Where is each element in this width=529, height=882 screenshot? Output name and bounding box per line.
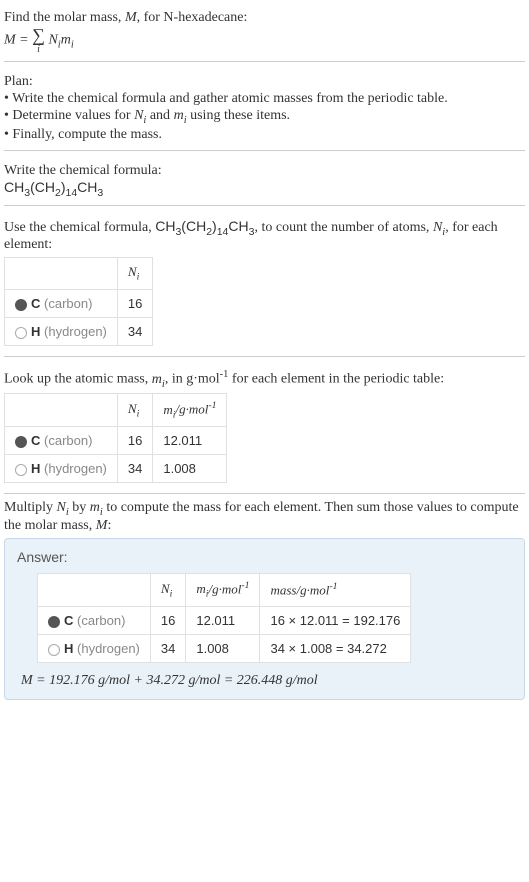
hydrogen-sym-2: H — [31, 461, 40, 476]
lookup-text: Look up the atomic mass, mi, in g·mol-1 … — [4, 369, 525, 389]
plan-item-2: • Determine values for Ni and mi using t… — [4, 108, 525, 126]
intro-var-M: M — [125, 10, 137, 25]
carbon-m: 12.011 — [153, 427, 227, 455]
ans-carbon-name: (carbon) — [77, 613, 125, 628]
intro-text-pre: Find the molar mass, — [4, 10, 125, 25]
intro-section: Find the molar mass, M, for N-hexadecane… — [4, 4, 525, 62]
intro-text-post: , for N-hexadecane: — [137, 10, 248, 25]
lookup-text-pre: Look up the atomic mass, — [4, 372, 152, 387]
table-row: C (carbon) 16 12.011 16 × 12.011 = 192.1… — [38, 607, 411, 635]
count-text-post: , to count the number of atoms, — [254, 220, 432, 235]
carbon-swatch-icon — [48, 616, 60, 628]
table-row: H (hydrogen) 34 1.008 — [5, 455, 227, 483]
table-row: H (hydrogen) 34 1.008 34 × 1.008 = 34.27… — [38, 635, 411, 663]
carbon-sym: C — [31, 296, 40, 311]
multiply-mi: mi — [90, 500, 103, 515]
hydrogen-swatch-icon — [15, 464, 27, 476]
ans-carbon-sym: C — [64, 613, 73, 628]
count-var: Ni — [433, 220, 445, 235]
answer-mi-header: mi/g·mol-1 — [186, 574, 260, 607]
carbon-swatch-icon — [15, 299, 27, 311]
multiply-text-pre: Multiply — [4, 500, 57, 515]
answer-ni-header: Ni — [150, 574, 185, 607]
ans-hydrogen-name: (hydrogen) — [77, 641, 140, 656]
carbon-swatch-icon — [15, 436, 27, 448]
hydrogen-swatch-icon — [15, 327, 27, 339]
lookup-section: Look up the atomic mass, mi, in g·mol-1 … — [4, 363, 525, 494]
count-ni-header: Ni — [117, 258, 152, 290]
answer-label: Answer: — [17, 549, 512, 565]
carbon-name: (carbon) — [44, 296, 92, 311]
table-row: Ni mi/g·mol-1 mass/g·mol-1 — [38, 574, 411, 607]
multiply-text: Multiply Ni by mi to compute the mass fo… — [4, 500, 525, 534]
count-text: Use the chemical formula, CH3(CH2)14CH3,… — [4, 218, 525, 254]
lookup-ni-header: Ni — [117, 394, 152, 427]
lookup-var: mi — [152, 372, 165, 387]
table-row: C (carbon) 16 — [5, 289, 153, 317]
chemical-formula: CH3(CH2)14CH3 — [4, 179, 525, 199]
count-formula: CH3(CH2)14CH3 — [155, 218, 254, 234]
plan-section: Plan: • Write the chemical formula and g… — [4, 68, 525, 151]
write-formula-heading: Write the chemical formula: — [4, 163, 525, 179]
intro-line: Find the molar mass, M, for N-hexadecane… — [4, 10, 525, 26]
hydrogen-n: 34 — [117, 317, 152, 345]
carbon-name-2: (carbon) — [44, 433, 92, 448]
answer-mass-header: mass/g·mol-1 — [260, 574, 411, 607]
lookup-table: Ni mi/g·mol-1 C (carbon) 16 12.011 H (hy… — [4, 393, 227, 483]
carbon-sym-2: C — [31, 433, 40, 448]
multiply-M: M — [96, 518, 108, 533]
multiply-ni: Ni — [57, 500, 69, 515]
answer-mass-header-text: mass/g·mol — [270, 583, 329, 598]
answer-empty-header — [38, 574, 151, 607]
plan-item-3: • Finally, compute the mass. — [4, 127, 525, 143]
count-text-pre: Use the chemical formula, — [4, 220, 155, 235]
plan-item-1: • Write the chemical formula and gather … — [4, 91, 525, 107]
multiply-section: Multiply Ni by mi to compute the mass fo… — [4, 500, 525, 700]
hydrogen-n-2: 34 — [117, 455, 152, 483]
ans-carbon-cell: C (carbon) — [38, 607, 151, 635]
table-row: H (hydrogen) 34 — [5, 317, 153, 345]
count-table: Ni C (carbon) 16 H (hydrogen) 34 — [4, 257, 153, 346]
multiply-text-mid: by — [69, 500, 90, 515]
hydrogen-m: 1.008 — [153, 455, 227, 483]
ans-carbon-m: 12.011 — [186, 607, 260, 635]
lookup-empty-header — [5, 394, 118, 427]
lookup-mi-header: mi/g·mol-1 — [153, 394, 227, 427]
sigma-icon: ∑i — [32, 26, 45, 55]
answer-table: Ni mi/g·mol-1 mass/g·mol-1 C (carbon) 16… — [37, 573, 411, 663]
plan-heading: Plan: — [4, 74, 525, 90]
hydrogen-sym: H — [31, 324, 40, 339]
carbon-cell: C (carbon) — [5, 289, 118, 317]
count-section: Use the chemical formula, CH3(CH2)14CH3,… — [4, 212, 525, 357]
carbon-cell-2: C (carbon) — [5, 427, 118, 455]
ans-hydrogen-sym: H — [64, 641, 73, 656]
lookup-text-mid: , in g·mol — [165, 372, 220, 387]
ans-hydrogen-n: 34 — [150, 635, 185, 663]
carbon-n: 16 — [117, 289, 152, 317]
answer-final-text: M = 192.176 g/mol + 34.272 g/mol = 226.4… — [21, 673, 318, 688]
table-row: Ni — [5, 258, 153, 290]
write-formula-section: Write the chemical formula: CH3(CH2)14CH… — [4, 157, 525, 206]
count-empty-header — [5, 258, 118, 290]
hydrogen-name-2: (hydrogen) — [44, 461, 107, 476]
table-row: Ni mi/g·mol-1 — [5, 394, 227, 427]
intro-equation: M = ∑i Nimi — [4, 26, 525, 55]
table-row: C (carbon) 16 12.011 — [5, 427, 227, 455]
ans-carbon-calc: 16 × 12.011 = 192.176 — [260, 607, 411, 635]
ans-hydrogen-calc: 34 × 1.008 = 34.272 — [260, 635, 411, 663]
multiply-text-end: : — [107, 518, 111, 533]
ans-carbon-n: 16 — [150, 607, 185, 635]
hydrogen-cell-2: H (hydrogen) — [5, 455, 118, 483]
lookup-text-post: for each element in the periodic table: — [228, 372, 444, 387]
hydrogen-cell: H (hydrogen) — [5, 317, 118, 345]
answer-box: Answer: Ni mi/g·mol-1 mass/g·mol-1 C (ca… — [4, 538, 525, 700]
hydrogen-swatch-icon — [48, 644, 60, 656]
plan-item-1-text: • Write the chemical formula and gather … — [4, 91, 448, 106]
hydrogen-name: (hydrogen) — [44, 324, 107, 339]
ans-hydrogen-cell: H (hydrogen) — [38, 635, 151, 663]
carbon-n-2: 16 — [117, 427, 152, 455]
ans-hydrogen-m: 1.008 — [186, 635, 260, 663]
answer-final: M = 192.176 g/mol + 34.272 g/mol = 226.4… — [17, 673, 512, 689]
